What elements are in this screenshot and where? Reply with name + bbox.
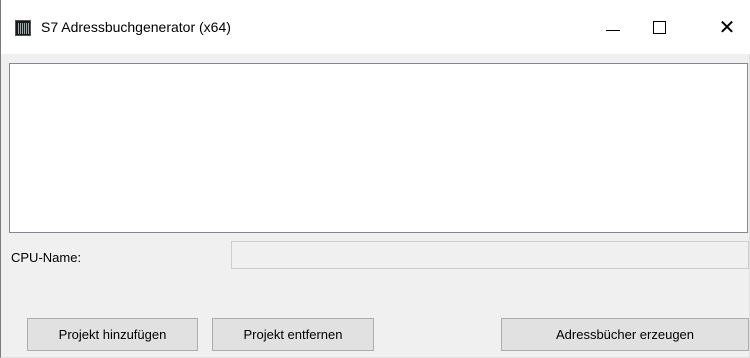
remove-project-button[interactable]: Projekt entfernen [212, 318, 374, 351]
cpu-name-label: CPU-Name: [11, 250, 82, 265]
generate-address-books-button[interactable]: Adressbücher erzeugen [501, 318, 749, 351]
close-icon: ✕ [718, 15, 736, 39]
window-title: S7 Adressbuchgenerator (x64) [41, 19, 231, 35]
minimize-button[interactable] [590, 0, 636, 54]
app-window: S7 Adressbuchgenerator (x64) ✕ CPU-Name:… [0, 0, 750, 358]
maximize-button[interactable] [636, 0, 682, 54]
minimize-icon [606, 29, 620, 31]
project-listbox[interactable] [9, 63, 748, 233]
close-button[interactable]: ✕ [704, 0, 750, 54]
title-bar[interactable]: S7 Adressbuchgenerator (x64) ✕ [1, 0, 750, 54]
cpu-name-field[interactable] [231, 241, 749, 269]
maximize-icon [652, 20, 666, 34]
app-icon[interactable] [15, 20, 31, 36]
add-project-button[interactable]: Projekt hinzufügen [27, 318, 198, 351]
